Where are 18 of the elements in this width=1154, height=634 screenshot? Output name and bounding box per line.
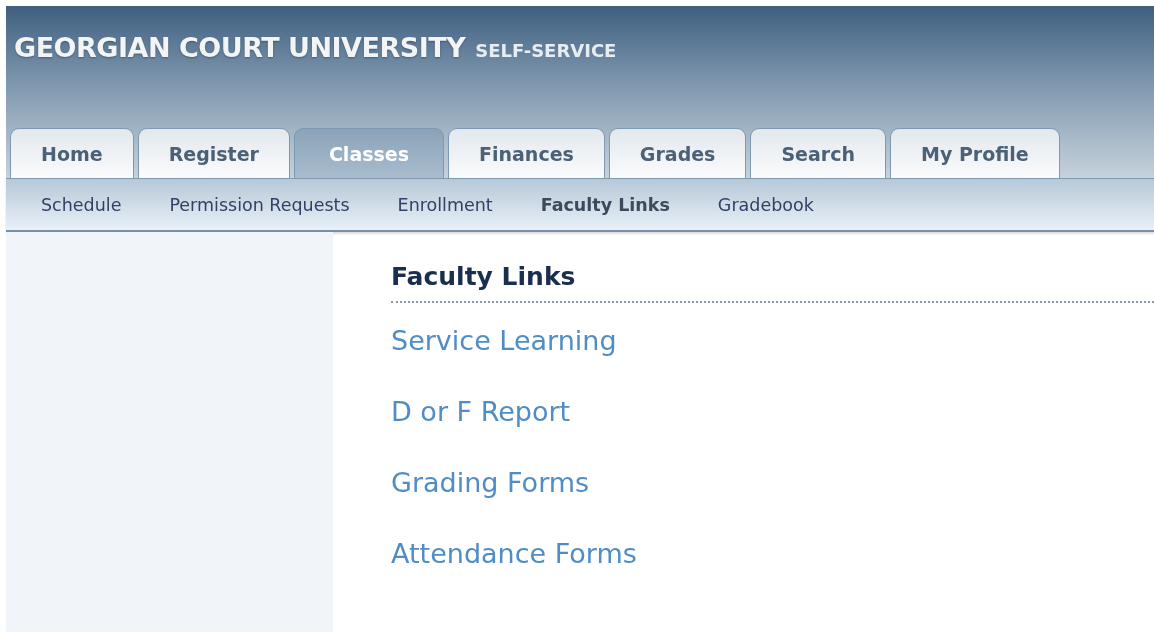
subnav-link[interactable]: Schedule — [41, 194, 122, 215]
faculty-link[interactable]: D or F Report — [391, 394, 1154, 430]
nav-tab[interactable]: Search — [750, 128, 886, 178]
subnav-link[interactable]: Permission Requests — [169, 194, 350, 215]
faculty-link[interactable]: Service Learning — [391, 323, 1154, 359]
faculty-link[interactable]: Grading Forms — [391, 465, 1154, 501]
site-subtitle: SELF-SERVICE — [475, 40, 617, 61]
subnav-link[interactable]: Enrollment — [397, 194, 493, 215]
subnav-link[interactable]: Gradebook — [717, 194, 814, 215]
nav-tab[interactable]: Grades — [608, 128, 747, 178]
nav-tab[interactable]: Register — [137, 128, 290, 178]
subnav-link[interactable]: Faculty Links — [540, 194, 670, 215]
faculty-link[interactable]: Attendance Forms — [391, 536, 1154, 572]
nav-tab[interactable]: Finances — [448, 128, 605, 178]
site-title: GEORGIAN COURT UNIVERSITY — [14, 32, 466, 63]
nav-tab[interactable]: My Profile — [890, 128, 1060, 178]
page-heading: Faculty Links — [391, 262, 1154, 303]
nav-tab[interactable]: Home — [10, 128, 134, 178]
